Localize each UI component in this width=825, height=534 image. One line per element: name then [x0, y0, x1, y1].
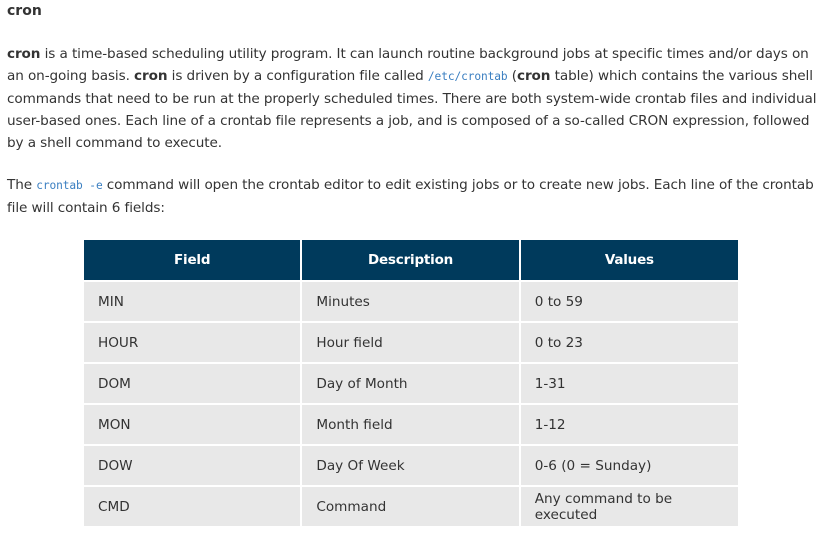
field-cell: DOM — [84, 362, 303, 403]
table-row: MIN Minutes 0 to 59 — [84, 280, 738, 321]
article: cron cron is a time-based scheduling uti… — [7, 0, 822, 219]
edit-text-1: The — [7, 177, 37, 193]
table-row: DOM Day of Month 1-31 — [84, 362, 738, 403]
page-title: cron — [7, 3, 42, 19]
column-header-values: Values — [520, 240, 738, 280]
intro-paragraph: cron is a time-based scheduling utility … — [7, 43, 822, 154]
table-row: DOW Day Of Week 0-6 (0 = Sunday) — [84, 444, 738, 485]
values-cell: 1-12 — [520, 403, 738, 444]
field-cell: CMD — [84, 485, 303, 526]
column-header-description: Description — [302, 240, 521, 280]
column-header-field: Field — [84, 240, 303, 280]
term-cron: cron — [7, 46, 41, 62]
description-cell: Minutes — [302, 280, 521, 321]
intro-text-3: ( — [507, 68, 517, 84]
code-crontab-command: crontab -e — [36, 179, 103, 192]
crontab-edit-paragraph: The crontab -e command will open the cro… — [7, 174, 822, 219]
description-cell: Day Of Week — [302, 444, 521, 485]
intro-text-2: is driven by a configuration file called — [167, 68, 428, 84]
field-cell: DOW — [84, 444, 303, 485]
values-cell: 0 to 59 — [520, 280, 738, 321]
description-cell: Command — [302, 485, 521, 526]
field-cell: MIN — [84, 280, 303, 321]
table-row: MON Month field 1-12 — [84, 403, 738, 444]
description-cell: Month field — [302, 403, 521, 444]
cron-fields-table: Field Description Values MIN Minutes 0 t… — [84, 240, 738, 526]
values-cell: 0 to 23 — [520, 321, 738, 362]
edit-text-2: command will open the crontab editor to … — [7, 177, 814, 216]
values-cell: 1-31 — [520, 362, 738, 403]
description-cell: Hour field — [302, 321, 521, 362]
table-header-row: Field Description Values — [84, 240, 738, 280]
description-cell: Day of Month — [302, 362, 521, 403]
field-cell: HOUR — [84, 321, 303, 362]
values-cell: 0-6 (0 = Sunday) — [520, 444, 738, 485]
table-row: CMD Command Any command to be executed — [84, 485, 738, 526]
term-cron: cron — [517, 68, 551, 84]
code-crontab-path: /etc/crontab — [427, 70, 508, 83]
values-cell: Any command to be executed — [520, 485, 738, 526]
term-cron: cron — [134, 68, 168, 84]
table-row: HOUR Hour field 0 to 23 — [84, 321, 738, 362]
field-cell: MON — [84, 403, 303, 444]
